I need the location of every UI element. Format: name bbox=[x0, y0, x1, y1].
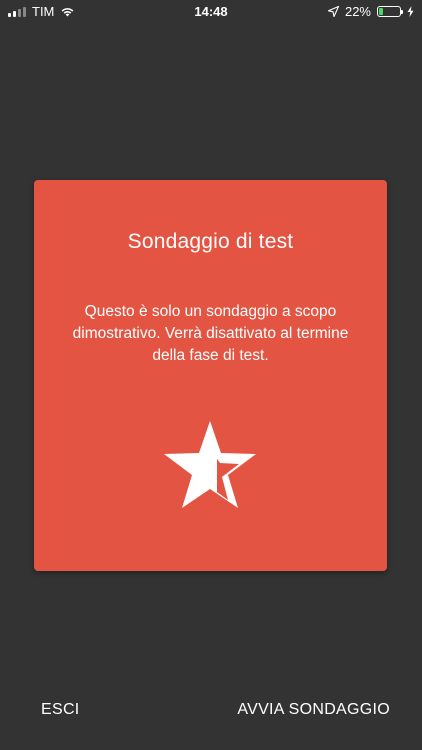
battery-icon bbox=[377, 6, 403, 17]
battery-percent: 22% bbox=[344, 4, 371, 19]
survey-card: Sondaggio di test Questo è solo un sonda… bbox=[34, 180, 387, 571]
survey-description: Questo è solo un sondaggio a scopo dimos… bbox=[72, 303, 349, 364]
survey-title: Sondaggio di test bbox=[127, 230, 294, 253]
start-survey-button[interactable]: AVVIA SONDAGGIO bbox=[237, 701, 390, 719]
star-icon bbox=[162, 419, 258, 511]
exit-button[interactable]: ESCI bbox=[41, 701, 80, 719]
charging-bolt-icon bbox=[407, 6, 414, 17]
battery-fill bbox=[379, 8, 383, 15]
status-right: 22% bbox=[327, 4, 414, 19]
location-arrow-icon bbox=[327, 6, 339, 17]
status-bar: TIM 14:48 22% bbox=[0, 0, 422, 24]
